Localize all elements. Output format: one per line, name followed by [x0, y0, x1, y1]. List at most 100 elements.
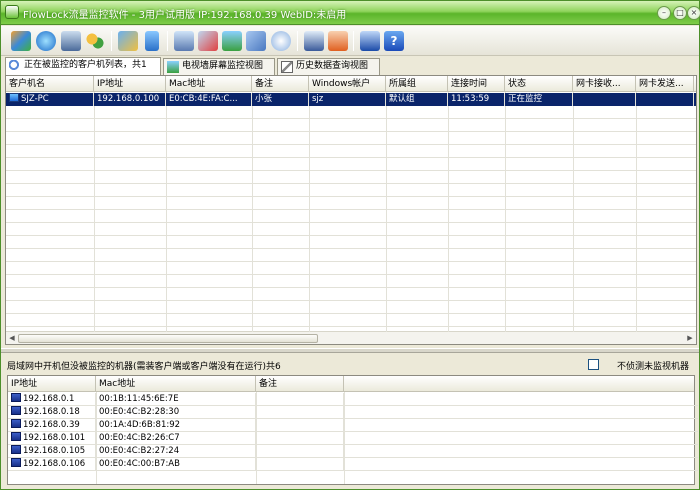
column-header[interactable]: 连接时间 [448, 76, 505, 92]
toolbar-separator [111, 31, 112, 51]
cell-text: sjz [312, 94, 324, 104]
scroll-thumb[interactable] [18, 334, 318, 343]
table-cell: sjz [309, 93, 386, 106]
report-icon[interactable] [304, 31, 324, 51]
grid-line [8, 470, 698, 471]
cell-text: 192.168.0.1 [23, 394, 75, 404]
cell-text: 00:1B:11:45:6E:7E [99, 394, 179, 404]
computer-icon [11, 419, 21, 428]
cell-text: 00:E0:4C:B2:27:24 [99, 446, 180, 456]
disk-icon[interactable] [271, 31, 291, 51]
table-cell: 小张 [252, 93, 309, 106]
users-icon[interactable] [85, 31, 105, 51]
layers-icon[interactable] [11, 31, 31, 51]
scroll-left-icon[interactable]: ◀ [7, 334, 17, 343]
grid-line [6, 157, 696, 158]
edit-icon [281, 61, 293, 73]
grid-line [6, 326, 696, 327]
column-header[interactable]: 备注 [252, 76, 309, 92]
minimize-button[interactable]: – [657, 6, 671, 20]
maximize-button[interactable]: □ [673, 6, 687, 20]
toolbar-separator [353, 31, 354, 51]
cell-text: 192.168.0.18 [23, 407, 80, 417]
computer-icon [9, 93, 19, 102]
table-cell [573, 93, 636, 106]
lan-table: IP地址 Mac地址 备注 192.168.0.1 00:1B:11:45:6E:7E… [7, 375, 698, 485]
grid-line [309, 92, 310, 332]
network-icon[interactable] [118, 31, 138, 51]
grid-line [6, 300, 696, 301]
detect-checkbox[interactable] [588, 359, 599, 370]
monitor-settings-icon[interactable] [61, 31, 81, 51]
column-header[interactable]: 备注 [256, 376, 344, 392]
toolbar-separator [297, 31, 298, 51]
lan-caption: 局域网中开机但没被监控的机器(需装客户端或客户端没有在运行)共6 [7, 362, 281, 372]
tab-label: 正在被监控的客户机列表，共1 [24, 60, 147, 70]
column-header[interactable]: IP地址 [94, 76, 166, 92]
column-header[interactable]: 客户机名 [6, 76, 94, 92]
column-header[interactable]: 状态 [505, 76, 573, 92]
globe-icon[interactable] [36, 31, 56, 51]
horizontal-scrollbar[interactable]: ◀ ▶ [6, 331, 696, 344]
grid-line [386, 92, 387, 332]
remote-icon[interactable] [198, 31, 218, 51]
grid-line [6, 170, 696, 171]
cell-text: 192.168.0.101 [23, 433, 86, 443]
table-row[interactable]: SJZ-PC 192.168.0.100 E0:CB:4E:FA:C... 小张 sjz… [6, 93, 696, 106]
grid-line [6, 209, 696, 210]
cell-text: 192.168.0.105 [23, 446, 86, 456]
grid-line [636, 92, 637, 332]
grid-line [252, 92, 253, 332]
column-header[interactable]: 网卡接收... [573, 76, 636, 92]
computer-icon [11, 458, 21, 467]
grid-line [6, 313, 696, 314]
cell-text: SJZ-PC [21, 94, 49, 104]
picture-icon[interactable] [222, 31, 242, 51]
close-button[interactable]: × [687, 6, 700, 20]
cart-icon[interactable] [360, 31, 380, 51]
window-title: FlowLock流量监控软件 - 3用户试用版 IP:192.168.0.39 … [23, 10, 347, 21]
cell-text: 00:E0:4C:00:B7:AB [99, 459, 180, 469]
grid-line [6, 118, 696, 119]
grid-line [6, 196, 696, 197]
view-tabs: 正在被监控的客户机列表，共1 电视墙屏幕监控视图 历史数据查询视图 [5, 57, 697, 75]
computer-icon [11, 406, 21, 415]
grid-line [166, 92, 167, 332]
grid-line [6, 235, 696, 236]
tab-client-list[interactable]: 正在被监控的客户机列表，共1 [5, 57, 161, 75]
help-icon[interactable]: ? [384, 31, 404, 51]
scroll-right-icon[interactable]: ▶ [685, 334, 695, 343]
cell-text: 默认组 [389, 94, 415, 104]
table-cell: SJZ-PC [6, 93, 94, 106]
cell-text: 00:E0:4C:B2:26:C7 [99, 433, 180, 443]
table-cell [636, 93, 694, 106]
toolbar: ? [1, 26, 699, 56]
column-header[interactable]: Mac地址 [166, 76, 252, 92]
grid-line [94, 92, 95, 332]
screen-icon[interactable] [174, 31, 194, 51]
cell-text: 192.168.0.100 [97, 94, 160, 104]
pane-splitter[interactable] [1, 348, 699, 353]
search-icon [9, 60, 21, 72]
column-header[interactable]: Windows帐户 [309, 76, 386, 92]
cell-text: 00:E0:4C:B2:28:30 [99, 407, 180, 417]
tab-history[interactable]: 历史数据查询视图 [277, 58, 380, 75]
column-header[interactable]: 所属组 [386, 76, 448, 92]
title-bar[interactable]: FlowLock流量监控软件 - 3用户试用版 IP:192.168.0.39 … [1, 1, 700, 25]
pin-icon[interactable] [145, 31, 159, 51]
detect-checkbox-label[interactable]: 不侦测未监视机器 [617, 359, 689, 372]
windows-icon[interactable] [246, 31, 266, 51]
grid-line [505, 92, 506, 332]
cell-text: 00:1A:4D:6B:81:92 [99, 420, 181, 430]
lan-panel: 局域网中开机但没被监控的机器(需装客户端或客户端没有在运行)共6 不侦测未监视机… [5, 357, 698, 487]
column-header[interactable]: IP地址 [8, 376, 96, 392]
column-header[interactable]: 网卡发送... [636, 76, 694, 92]
grid-line [6, 248, 696, 249]
cell-text: E0:CB:4E:FA:C... [169, 94, 238, 104]
calendar-icon[interactable] [328, 31, 348, 51]
tab-tv-wall[interactable]: 电视墙屏幕监控视图 [163, 58, 275, 75]
toolbar-separator [167, 31, 168, 51]
cell-text: 192.168.0.106 [23, 459, 86, 469]
grid-line [6, 261, 696, 262]
column-header[interactable]: Mac地址 [96, 376, 256, 392]
